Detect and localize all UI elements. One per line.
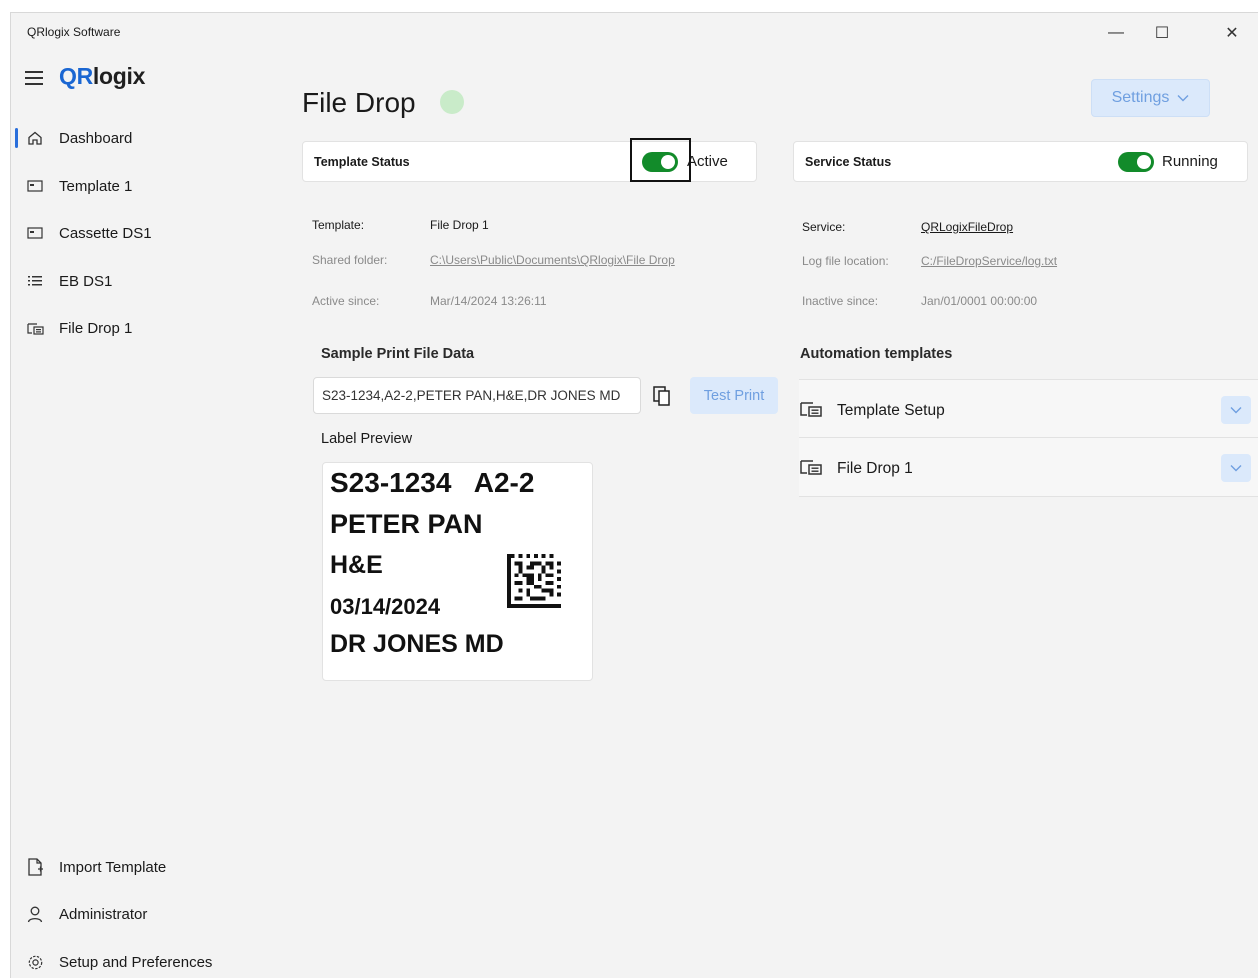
title-bar: QRlogix Software — ☐ ✕	[11, 13, 1258, 49]
maximize-button[interactable]: ☐	[1139, 19, 1185, 47]
sidebar-item-file-drop-1[interactable]: File Drop 1	[11, 306, 284, 350]
gear-icon	[11, 954, 59, 971]
automation-item-file-drop-1[interactable]: File Drop 1	[799, 438, 1258, 497]
shared-folder-link[interactable]: C:\Users\Public\Documents\QRlogix\File D…	[430, 253, 675, 267]
sidebar-item-eb-ds1[interactable]: EB DS1	[11, 259, 284, 303]
label-preview-heading: Label Preview	[321, 431, 413, 447]
import-file-icon	[11, 858, 59, 876]
main-content: File Drop Settings Template Status Activ…	[284, 49, 1258, 978]
sidebar-item-label: Administrator	[59, 905, 148, 923]
automation-item-label: File Drop 1	[837, 460, 913, 477]
service-name-link[interactable]: QRLogixFileDrop	[921, 220, 1013, 234]
inactive-since-value: Jan/01/0001 00:00:00	[921, 294, 1038, 308]
inactive-since-label: Inactive since:	[802, 294, 879, 308]
sidebar-item-label: Import Template	[59, 858, 167, 876]
hamburger-menu-icon[interactable]	[25, 71, 43, 85]
file-drop-icon	[11, 322, 59, 335]
home-icon	[11, 130, 59, 146]
sidebar-item-setup-and-preferences[interactable]: Setup and Preferences	[11, 940, 284, 978]
test-print-button[interactable]: Test Print	[690, 377, 778, 414]
focus-rectangle	[630, 138, 691, 182]
template-name-value: File Drop 1	[430, 218, 489, 232]
sidebar-item-administrator[interactable]: Administrator	[11, 892, 284, 936]
app-logo: QRlogix	[59, 63, 145, 90]
chevron-down-icon[interactable]	[1221, 396, 1251, 424]
logo-text: logix	[92, 63, 146, 89]
sidebar-item-label: File Drop 1	[59, 319, 133, 337]
status-indicator	[440, 90, 464, 114]
sidebar-item-label: Setup and Preferences	[59, 953, 213, 971]
shared-folder-label: Shared folder:	[312, 253, 388, 267]
card-icon	[11, 227, 59, 239]
active-since-label: Active since:	[312, 294, 380, 308]
sidebar-item-template-1[interactable]: Template 1	[11, 164, 284, 208]
settings-label: Settings	[1111, 89, 1170, 106]
sidebar-item-label: Dashboard	[59, 129, 133, 147]
label-line-stain: H&E	[330, 551, 383, 579]
page-title: File Drop	[302, 87, 416, 118]
sidebar: QRlogix Dashboard Template 1 Cassette DS…	[11, 49, 284, 978]
file-drop-icon	[799, 400, 823, 418]
label-line-case: S23-1234 A2-2	[330, 467, 535, 498]
template-status-label: Template Status	[314, 155, 410, 169]
template-field-label: Template:	[312, 218, 365, 232]
window-title: QRlogix Software	[27, 25, 121, 39]
app-window: QRlogix Software — ☐ ✕ QRlogix Dashboard…	[10, 12, 1258, 978]
sample-print-data-input[interactable]: S23-1234,A2-2,PETER PAN,H&E,DR JONES MD	[313, 377, 641, 414]
service-field-label: Service:	[802, 220, 846, 234]
datamatrix-barcode-icon	[507, 554, 561, 608]
active-since-value: Mar/14/2024 13:26:11	[430, 294, 547, 308]
label-line-doctor: DR JONES MD	[330, 630, 504, 658]
automation-templates-heading: Automation templates	[800, 346, 953, 362]
list-icon	[11, 275, 59, 287]
file-drop-icon	[799, 458, 823, 476]
service-status-label: Service Status	[805, 155, 892, 169]
sidebar-item-label: Template 1	[59, 177, 133, 195]
label-line-name: PETER PAN	[330, 509, 483, 539]
service-status-text: Running	[1162, 153, 1218, 170]
service-status-card: Service Status Running	[793, 141, 1248, 182]
label-preview-card: S23-1234 A2-2 PETER PAN H&E 03/14/2024 D…	[322, 462, 593, 681]
template-status-text: Active	[687, 153, 728, 170]
sidebar-item-label: EB DS1	[59, 272, 113, 290]
settings-dropdown-button[interactable]: Settings	[1091, 79, 1210, 117]
log-file-location-label: Log file location:	[802, 254, 889, 268]
minimize-button[interactable]: —	[1093, 19, 1139, 47]
chevron-down-icon[interactable]	[1221, 454, 1251, 482]
close-button[interactable]: ✕	[1209, 19, 1255, 47]
logo-qr: QR	[59, 63, 93, 89]
log-file-link[interactable]: C:/FileDropService/log.txt	[921, 254, 1057, 268]
label-line-date: 03/14/2024	[330, 594, 441, 619]
sidebar-item-label: Cassette DS1	[59, 224, 152, 242]
sidebar-item-dashboard[interactable]: Dashboard	[11, 116, 284, 160]
automation-item-template-setup[interactable]: Template Setup	[799, 379, 1258, 438]
service-status-toggle[interactable]	[1118, 152, 1154, 172]
person-icon	[11, 906, 59, 923]
copy-icon[interactable]	[648, 381, 676, 411]
chevron-down-icon	[1177, 89, 1189, 107]
sample-print-heading: Sample Print File Data	[321, 346, 475, 362]
sidebar-item-cassette-ds1[interactable]: Cassette DS1	[11, 211, 284, 255]
automation-item-label: Template Setup	[837, 402, 945, 419]
card-icon	[11, 180, 59, 192]
sidebar-item-import-template[interactable]: Import Template	[11, 845, 284, 889]
